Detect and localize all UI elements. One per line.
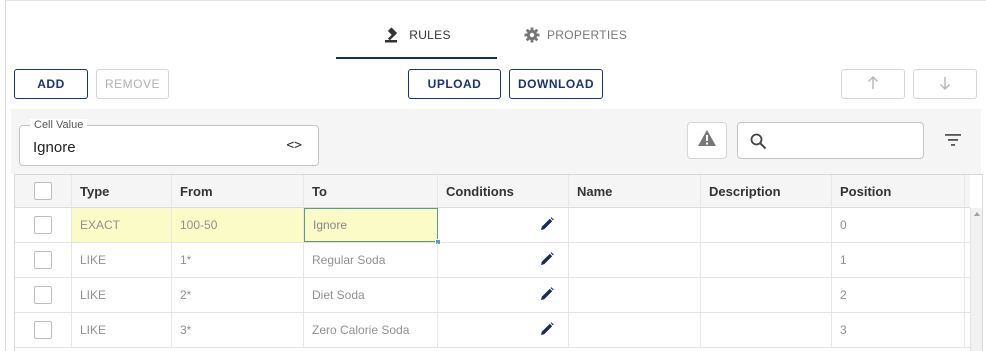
pencil-icon[interactable] <box>540 216 554 234</box>
column-header-conditions[interactable]: Conditions <box>438 175 569 207</box>
name-cell[interactable] <box>569 208 701 242</box>
row-checkbox[interactable] <box>34 286 52 304</box>
to-cell[interactable]: Zero Calorie Soda <box>304 313 438 347</box>
position-cell[interactable]: 3 <box>832 313 965 347</box>
description-cell[interactable] <box>701 313 832 347</box>
conditions-cell[interactable] <box>438 208 569 242</box>
search-field[interactable] <box>737 122 924 159</box>
conditions-cell[interactable] <box>438 243 569 277</box>
move-up-button[interactable] <box>841 69 905 99</box>
select-all-checkbox[interactable] <box>34 182 52 200</box>
rules-panel: RULES PROPERTIES ADD REMOVE UPLOAD DOWNL… <box>5 0 986 351</box>
position-cell[interactable]: 2 <box>832 278 965 312</box>
column-header-position[interactable]: Position <box>832 175 965 207</box>
row-checkbox[interactable] <box>34 216 52 234</box>
search-input[interactable] <box>774 129 914 153</box>
row-select-cell <box>15 278 72 312</box>
code-toggle-icon[interactable]: <> <box>286 138 302 153</box>
row-select-cell <box>15 208 72 242</box>
type-cell[interactable]: LIKE <box>72 313 172 347</box>
column-header-name[interactable]: Name <box>569 175 701 207</box>
from-cell[interactable]: 100-50 <box>172 208 304 242</box>
pencil-icon[interactable] <box>540 286 554 304</box>
tab-properties-label: PROPERTIES <box>547 28 628 42</box>
row-select-cell <box>15 243 72 277</box>
type-cell[interactable]: LIKE <box>72 278 172 312</box>
description-cell[interactable] <box>701 278 832 312</box>
gavel-icon <box>384 27 402 43</box>
gear-icon <box>524 27 540 43</box>
table-row[interactable]: EXACT 100-50 Ignore 0 <box>15 208 970 245</box>
position-cell[interactable]: 1 <box>832 243 965 277</box>
row-checkbox[interactable] <box>34 251 52 269</box>
pencil-icon[interactable] <box>540 251 554 269</box>
vertical-scrollbar[interactable] <box>970 208 982 351</box>
cell-value-text: Ignore <box>33 139 76 156</box>
filter-bar: Cell Value Ignore <> <box>11 109 981 174</box>
cell-value-field[interactable]: Cell Value Ignore <> <box>19 119 319 166</box>
column-header-to[interactable]: To <box>304 175 438 207</box>
conditions-cell[interactable] <box>438 313 569 347</box>
column-header-from[interactable]: From <box>172 175 304 207</box>
conditions-cell[interactable] <box>438 278 569 312</box>
tab-rules[interactable]: RULES <box>337 11 498 59</box>
from-cell[interactable]: 3* <box>172 313 304 347</box>
row-select-cell <box>15 313 72 347</box>
to-cell[interactable]: Ignore <box>304 208 441 245</box>
grid-header-row: Type From To Conditions Name Description… <box>15 175 970 208</box>
warning-icon <box>697 129 717 152</box>
name-cell[interactable] <box>569 313 701 347</box>
position-cell[interactable]: 0 <box>832 208 965 242</box>
tab-properties[interactable]: PROPERTIES <box>524 11 634 59</box>
cell-value-label: Cell Value <box>30 119 88 131</box>
pencil-icon[interactable] <box>540 321 554 339</box>
from-cell[interactable]: 1* <box>172 243 304 277</box>
add-button[interactable]: ADD <box>14 69 88 99</box>
warning-button[interactable] <box>687 122 727 159</box>
name-cell[interactable] <box>569 278 701 312</box>
to-cell-text: Ignore <box>313 218 348 232</box>
remove-button[interactable]: REMOVE <box>96 69 169 99</box>
tab-rules-label: RULES <box>409 28 451 42</box>
description-cell[interactable] <box>701 208 832 242</box>
to-cell[interactable]: Diet Soda <box>304 278 438 312</box>
row-checkbox[interactable] <box>34 321 52 339</box>
table-row[interactable]: LIKE 2* Diet Soda 2 <box>15 278 970 313</box>
filter-icon[interactable] <box>945 133 961 151</box>
table-row[interactable]: LIKE 1* Regular Soda 1 <box>15 243 970 278</box>
download-button[interactable]: DOWNLOAD <box>509 69 603 99</box>
rules-grid: Type From To Conditions Name Description… <box>14 174 983 351</box>
scroll-up-arrow-icon[interactable] <box>974 212 980 216</box>
arrow-up-icon <box>867 75 879 93</box>
description-cell[interactable] <box>701 243 832 277</box>
from-cell[interactable]: 2* <box>172 278 304 312</box>
type-cell[interactable]: EXACT <box>72 208 172 242</box>
active-tab-indicator <box>336 57 497 59</box>
column-header-description[interactable]: Description <box>701 175 832 207</box>
upload-button[interactable]: UPLOAD <box>408 69 501 99</box>
select-all-cell <box>15 175 72 207</box>
move-down-button[interactable] <box>913 69 977 99</box>
type-cell[interactable]: LIKE <box>72 243 172 277</box>
to-cell[interactable]: Regular Soda <box>304 243 438 277</box>
name-cell[interactable] <box>569 243 701 277</box>
column-header-type[interactable]: Type <box>72 175 172 207</box>
arrow-down-icon <box>939 76 951 93</box>
table-row[interactable]: LIKE 3* Zero Calorie Soda 3 <box>15 313 970 348</box>
